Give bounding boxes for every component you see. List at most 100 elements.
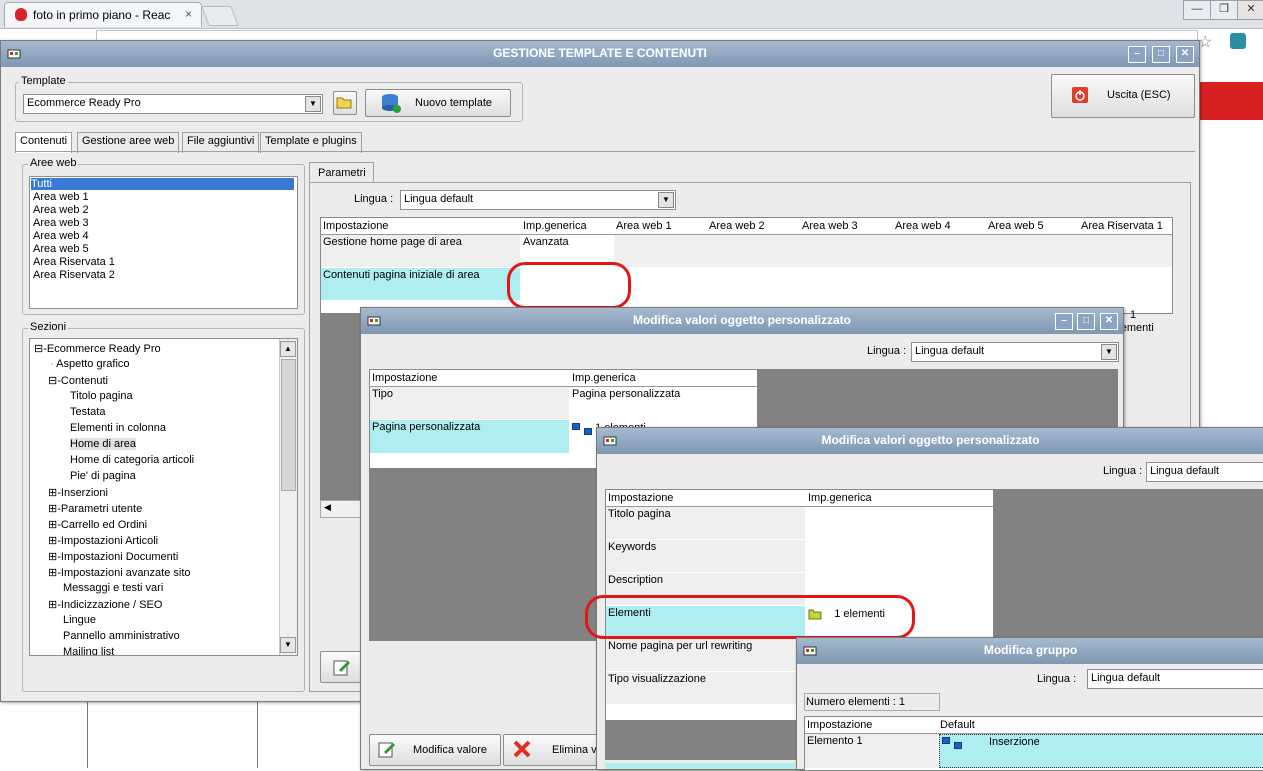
- close-tab-icon[interactable]: ×: [185, 7, 192, 21]
- tree-item[interactable]: ⊞-Parametri utente: [48, 502, 142, 515]
- template-select[interactable]: Ecommerce Ready Pro ▼: [23, 94, 323, 114]
- column-header[interactable]: Impostazione: [606, 490, 807, 507]
- lingua-select[interactable]: Lingua default ▼: [911, 342, 1119, 362]
- bookmark-star-icon[interactable]: ☆: [1198, 32, 1212, 52]
- tree-item[interactable]: Elementi in colonna: [70, 422, 166, 434]
- row-name: Pagina personalizzata: [372, 421, 481, 433]
- close-button[interactable]: ✕: [1176, 46, 1194, 63]
- page-divider: [87, 700, 88, 768]
- browser-minimize-button[interactable]: —: [1183, 0, 1211, 20]
- tree-item[interactable]: Lingue: [63, 614, 96, 626]
- scroll-down-icon[interactable]: ▼: [280, 637, 296, 653]
- aree-web-list[interactable]: Tutti Area web 1 Area web 2 Area web 3 A…: [29, 176, 298, 309]
- sezioni-tree[interactable]: ⊟-Ecommerce Ready Pro · Aspetto grafico …: [29, 338, 298, 656]
- chevron-down-icon: ▼: [305, 96, 321, 112]
- lingua-select[interactable]: Lingua default ▼: [400, 190, 676, 210]
- column-header[interactable]: Area web 4: [893, 218, 987, 235]
- close-button[interactable]: ✕: [1100, 313, 1118, 330]
- column-header[interactable]: Area web 2: [707, 218, 801, 235]
- browser-tab[interactable]: foto in primo piano - Reac ×: [4, 2, 202, 27]
- page-content-strip: [0, 700, 360, 769]
- tab-file-aggiuntivi[interactable]: File aggiuntivi: [182, 132, 260, 153]
- row-name: Elemento 1: [807, 735, 863, 747]
- lingua-select[interactable]: Lingua default: [1146, 462, 1263, 482]
- lingua-select[interactable]: Lingua default: [1087, 669, 1263, 689]
- new-template-button[interactable]: Nuovo template: [365, 89, 511, 117]
- tree-item[interactable]: Home di area: [70, 438, 137, 450]
- row-name: Description: [608, 574, 664, 586]
- scroll-up-icon[interactable]: ▲: [280, 341, 296, 357]
- list-item[interactable]: Area web 1: [33, 191, 89, 203]
- column-header[interactable]: Impostazione: [370, 370, 571, 387]
- tree-item[interactable]: Pannello amministrativo: [63, 630, 180, 642]
- list-item[interactable]: Area Riservata 2: [33, 269, 115, 281]
- maximize-button[interactable]: □: [1077, 313, 1095, 330]
- page-header-bar: [1198, 82, 1263, 120]
- tab-gestione-aree-web[interactable]: Gestione aree web: [77, 132, 180, 153]
- highlight-ring: [585, 595, 915, 639]
- folder-icon: [336, 97, 352, 109]
- tree-item[interactable]: Messaggi e testi vari: [63, 582, 163, 594]
- extension-icon[interactable]: [1230, 33, 1246, 49]
- edit-button[interactable]: [320, 651, 362, 683]
- list-item[interactable]: Area web 5: [33, 243, 89, 255]
- row-name: Nome pagina per url rewriting: [608, 640, 753, 652]
- tree-item[interactable]: Testata: [70, 406, 105, 418]
- minimize-button[interactable]: –: [1128, 46, 1146, 63]
- grid-empty-area: [320, 313, 365, 503]
- list-item[interactable]: Area web 2: [33, 204, 89, 216]
- lingua-select-value: Lingua default: [404, 193, 474, 205]
- tree-item[interactable]: Pie' di pagina: [70, 470, 136, 482]
- table-row[interactable]: [370, 387, 569, 419]
- browser-close-button[interactable]: ✕: [1237, 0, 1263, 20]
- maximize-button[interactable]: □: [1152, 46, 1170, 63]
- tree-item[interactable]: ⊟-Contenuti: [48, 374, 108, 387]
- list-item[interactable]: Tutti: [31, 178, 294, 190]
- tree-item[interactable]: Mailing list: [63, 646, 114, 655]
- tree-item[interactable]: ⊞-Impostazioni Documenti: [48, 550, 178, 563]
- dialog2-title: Modifica valori oggetto personalizzato: [821, 433, 1040, 447]
- column-header[interactable]: Imp.generica: [570, 370, 760, 387]
- list-item[interactable]: Area web 4: [33, 230, 89, 242]
- column-header[interactable]: Default: [938, 717, 1263, 734]
- dialog3-grid: Impostazione Default Elemento 1 Inserzio…: [804, 716, 1263, 771]
- tree-item[interactable]: · Aspetto grafico: [50, 358, 130, 370]
- list-item[interactable]: Area web 3: [33, 217, 89, 229]
- minimize-button[interactable]: –: [1055, 313, 1073, 330]
- tree-item[interactable]: ⊞-Impostazioni Articoli: [48, 534, 158, 547]
- browser-maximize-button[interactable]: ❐: [1210, 0, 1238, 20]
- list-item[interactable]: Area Riservata 1: [33, 256, 115, 268]
- tree-item[interactable]: ⊞-Inserzioni: [48, 486, 108, 499]
- tree-item[interactable]: Home di categoria articoli: [70, 454, 194, 466]
- column-header[interactable]: Imp.generica: [806, 490, 996, 507]
- dialog3-title: Modifica gruppo: [983, 643, 1078, 657]
- modify-value-button[interactable]: Modifica valore: [369, 734, 501, 766]
- column-header[interactable]: Imp.generica: [521, 218, 615, 235]
- row-value[interactable]: Inserzione: [939, 734, 1263, 768]
- tab-contenuti[interactable]: Contenuti: [15, 132, 73, 153]
- tree-item[interactable]: Titolo pagina: [70, 390, 133, 402]
- lingua-label: Lingua :: [1103, 465, 1143, 477]
- exit-button[interactable]: Uscita (ESC): [1051, 74, 1195, 118]
- tab-template-plugins[interactable]: Template e plugins: [260, 132, 362, 153]
- column-header[interactable]: Area web 3: [800, 218, 894, 235]
- tree-item[interactable]: ⊟-Ecommerce Ready Pro: [34, 342, 161, 355]
- edit-icon: [378, 742, 395, 758]
- column-header[interactable]: Impostazione: [805, 717, 939, 734]
- scroll-left-icon[interactable]: ◀: [324, 502, 331, 513]
- tree-item[interactable]: ⊞-Carrello ed Ordini: [48, 518, 147, 531]
- row-generic-value[interactable]: Avanzata: [523, 236, 569, 248]
- tree-item[interactable]: ⊞-Indicizzazione / SEO: [48, 598, 162, 611]
- open-folder-button[interactable]: [333, 91, 357, 115]
- column-header[interactable]: Area Riservata 1: [1079, 218, 1172, 235]
- tab-parametri[interactable]: Parametri: [309, 162, 374, 183]
- power-icon: [1072, 87, 1088, 103]
- lingua-select-value: Lingua default: [915, 345, 985, 357]
- column-header[interactable]: Impostazione: [321, 218, 522, 235]
- horizontal-scrollbar[interactable]: ◀: [320, 500, 364, 518]
- tree-item[interactable]: ⊞-Impostazioni avanzate sito: [48, 566, 191, 579]
- column-header[interactable]: Area web 1: [614, 218, 708, 235]
- tree-scroll-thumb[interactable]: [281, 359, 296, 491]
- column-header[interactable]: Area web 5: [986, 218, 1080, 235]
- row-value[interactable]: Pagina personalizzata: [572, 388, 680, 400]
